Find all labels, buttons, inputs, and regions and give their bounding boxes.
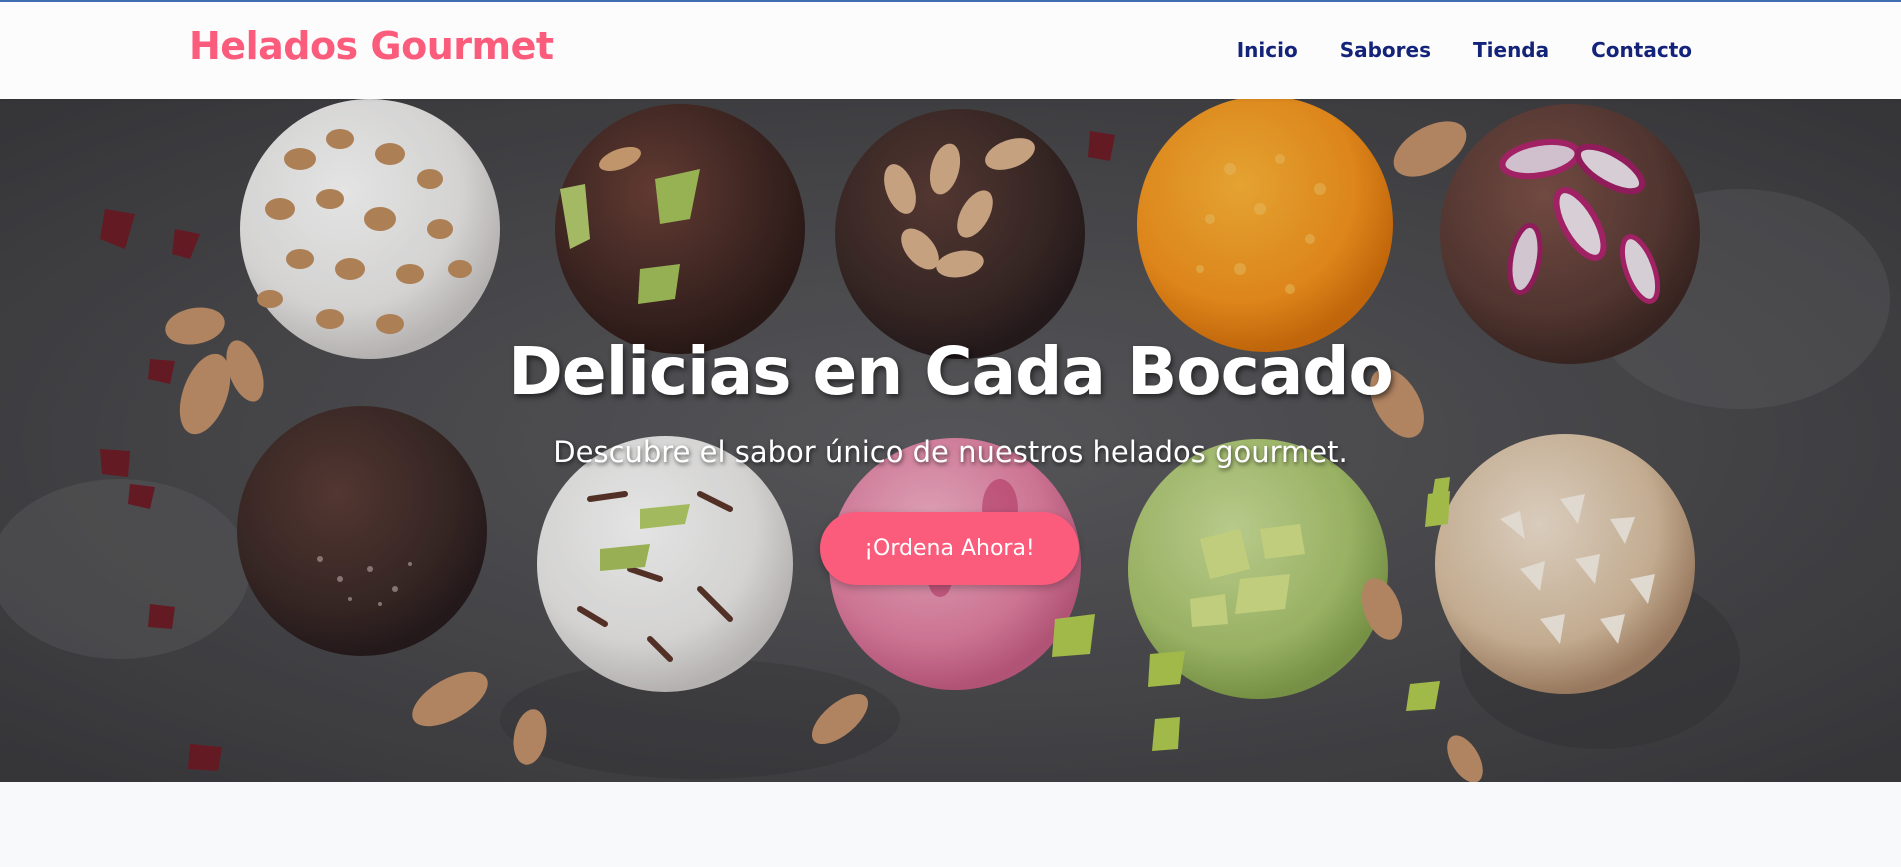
- nav-link-inicio[interactable]: Inicio: [1237, 38, 1298, 62]
- hero-content: Delicias en Cada Bocado Descubre el sabo…: [0, 99, 1901, 782]
- brand-logo[interactable]: Helados Gourmet: [189, 24, 554, 68]
- main-nav: Inicio Sabores Tienda Contacto: [1237, 38, 1692, 62]
- nav-link-sabores[interactable]: Sabores: [1340, 38, 1431, 62]
- nav-link-contacto[interactable]: Contacto: [1591, 38, 1692, 62]
- hero-title: Delicias en Cada Bocado: [508, 333, 1394, 410]
- content-section: [0, 782, 1901, 867]
- site-header: Helados Gourmet Inicio Sabores Tienda Co…: [0, 0, 1901, 99]
- page: Helados Gourmet Inicio Sabores Tienda Co…: [0, 0, 1901, 867]
- hero-subtitle: Descubre el sabor único de nuestros hela…: [553, 435, 1348, 469]
- hero-banner: Delicias en Cada Bocado Descubre el sabo…: [0, 99, 1901, 782]
- order-now-button[interactable]: ¡Ordena Ahora!: [820, 512, 1079, 585]
- nav-link-tienda[interactable]: Tienda: [1473, 38, 1549, 62]
